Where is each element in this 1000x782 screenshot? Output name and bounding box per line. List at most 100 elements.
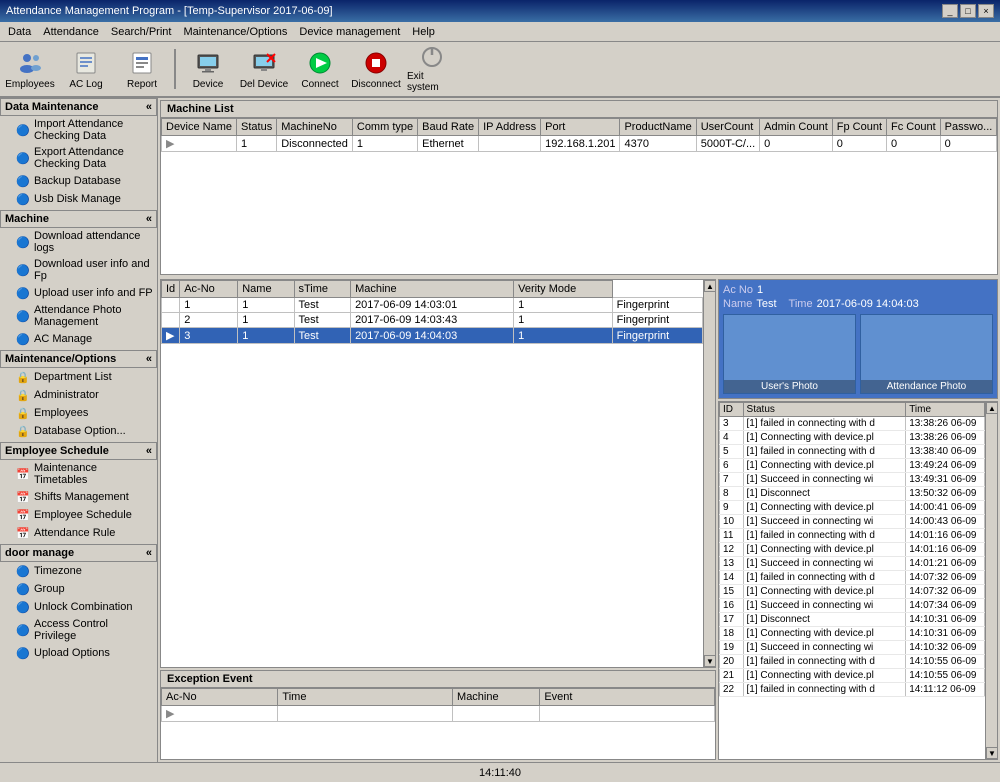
log-table-row[interactable]: 14[1] failed in connecting with d14:07:3… xyxy=(720,571,985,585)
records-table-row[interactable]: ▶31Test2017-06-09 14:04:031Fingerprint xyxy=(162,328,703,344)
sidebar-header-data-maintenance[interactable]: Data Maintenance « xyxy=(0,98,157,116)
log-col-id[interactable]: ID xyxy=(720,403,744,417)
machine-col-fpcount[interactable]: Fp Count xyxy=(832,119,886,136)
menu-attendance[interactable]: Attendance xyxy=(37,24,105,40)
sidebar-item-download-logs[interactable]: 🔵 Download attendance logs xyxy=(0,228,157,256)
exception-table-container[interactable]: Ac-No Time Machine Event ▶ xyxy=(161,688,715,759)
records-scroll[interactable]: Id Ac-No Name sTime Machine Verity Mode xyxy=(161,280,703,667)
sidebar-item-dept-list[interactable]: 🔒 Department List xyxy=(0,368,157,386)
sidebar-item-usb[interactable]: 🔵 Usb Disk Manage xyxy=(0,190,157,208)
del-device-button[interactable]: Del Device xyxy=(238,45,290,93)
sidebar-item-ac-manage[interactable]: 🔵 AC Manage xyxy=(0,330,157,348)
log-table-row[interactable]: 4[1] Connecting with device.pl13:38:26 0… xyxy=(720,431,985,445)
menu-search-print[interactable]: Search/Print xyxy=(105,24,178,40)
log-table-row[interactable]: 21[1] Connecting with device.pl14:10:55 … xyxy=(720,669,985,683)
sidebar-item-upload-user[interactable]: 🔵 Upload user info and FP xyxy=(0,284,157,302)
sidebar-item-download-user[interactable]: 🔵 Download user info and Fp xyxy=(0,256,157,284)
report-button[interactable]: Report xyxy=(116,45,168,93)
log-table-row[interactable]: 15[1] Connecting with device.pl14:07:32 … xyxy=(720,585,985,599)
rec-col-veritymode[interactable]: Verity Mode xyxy=(514,281,612,298)
machine-col-fccount[interactable]: Fc Count xyxy=(887,119,941,136)
machine-col-usercount[interactable]: UserCount xyxy=(696,119,759,136)
log-table-row[interactable]: 20[1] failed in connecting with d14:10:5… xyxy=(720,655,985,669)
log-table-row[interactable]: 9[1] Connecting with device.pl14:00:41 0… xyxy=(720,501,985,515)
sidebar-item-access-control[interactable]: 🔵 Access Control Privilege xyxy=(0,616,157,644)
maximize-button[interactable]: □ xyxy=(960,4,976,18)
sidebar-item-unlock[interactable]: 🔵 Unlock Combination xyxy=(0,598,157,616)
exit-button[interactable]: Exit system xyxy=(406,45,458,93)
records-table-row[interactable]: 11Test2017-06-09 14:03:011Fingerprint xyxy=(162,298,703,313)
exc-col-acno[interactable]: Ac-No xyxy=(162,689,278,706)
machine-col-status[interactable]: Status xyxy=(237,119,277,136)
machine-col-product[interactable]: ProductName xyxy=(620,119,696,136)
machine-col-devicename[interactable]: Device Name xyxy=(162,119,237,136)
close-button[interactable]: × xyxy=(978,4,994,18)
sidebar-item-export[interactable]: 🔵 Export Attendance Checking Data xyxy=(0,144,157,172)
aclog-button[interactable]: AC Log xyxy=(60,45,112,93)
menu-help[interactable]: Help xyxy=(406,24,441,40)
log-table-row[interactable]: 6[1] Connecting with device.pl13:49:24 0… xyxy=(720,459,985,473)
machine-col-port[interactable]: Port xyxy=(541,119,620,136)
sidebar-header-maintenance[interactable]: Maintenance/Options « xyxy=(0,350,157,368)
sidebar-item-timetables[interactable]: 📅 Maintenance Timetables xyxy=(0,460,157,488)
log-table-row[interactable]: 8[1] Disconnect13:50:32 06-09 xyxy=(720,487,985,501)
connect-button[interactable]: Connect xyxy=(294,45,346,93)
rec-col-name[interactable]: Name xyxy=(238,281,294,298)
exc-col-machine[interactable]: Machine xyxy=(453,689,540,706)
sidebar-item-employees[interactable]: 🔒 Employees xyxy=(0,404,157,422)
log-table-row[interactable]: 16[1] Succeed in connecting wi14:07:34 0… xyxy=(720,599,985,613)
records-scroll-down[interactable]: ▼ xyxy=(704,655,715,667)
device-button[interactable]: Device xyxy=(182,45,234,93)
log-table-row[interactable]: 17[1] Disconnect14:10:31 06-09 xyxy=(720,613,985,627)
sidebar-item-upload-options[interactable]: 🔵 Upload Options xyxy=(0,644,157,662)
log-table-row[interactable]: 3[1] failed in connecting with d13:38:26… xyxy=(720,417,985,431)
machine-col-passwo[interactable]: Passwo... xyxy=(940,119,997,136)
machine-table-container[interactable]: Device Name Status MachineNo Comm type B… xyxy=(161,118,997,274)
minimize-button[interactable]: _ xyxy=(942,4,958,18)
sidebar-item-db-option[interactable]: 🔒 Database Option... xyxy=(0,422,157,440)
machine-col-baudrate[interactable]: Baud Rate xyxy=(418,119,479,136)
sidebar-item-admin[interactable]: 🔒 Administrator xyxy=(0,386,157,404)
log-scroll-up[interactable]: ▲ xyxy=(986,402,997,414)
sidebar-item-photo-mgmt[interactable]: 🔵 Attendance Photo Management xyxy=(0,302,157,330)
sidebar-item-backup[interactable]: 🔵 Backup Database xyxy=(0,172,157,190)
records-table-row[interactable]: 21Test2017-06-09 14:03:431Fingerprint xyxy=(162,313,703,328)
sidebar-item-group[interactable]: 🔵 Group xyxy=(0,580,157,598)
log-col-status[interactable]: Status xyxy=(743,403,906,417)
sidebar-header-machine[interactable]: Machine « xyxy=(0,210,157,228)
rec-col-stime[interactable]: sTime xyxy=(294,281,351,298)
log-table-row[interactable]: 12[1] Connecting with device.pl14:01:16 … xyxy=(720,543,985,557)
sidebar-item-import[interactable]: 🔵 Import Attendance Checking Data xyxy=(0,116,157,144)
log-table-row[interactable]: 7[1] Succeed in connecting wi13:49:31 06… xyxy=(720,473,985,487)
title-bar-controls[interactable]: _ □ × xyxy=(942,4,994,18)
log-scroll-down[interactable]: ▼ xyxy=(986,747,997,759)
sidebar-item-att-rule[interactable]: 📅 Attendance Rule xyxy=(0,524,157,542)
machine-table-row[interactable]: ▶1Disconnected1Ethernet192.168.1.2014370… xyxy=(162,136,998,152)
log-table-row[interactable]: 10[1] Succeed in connecting wi14:00:43 0… xyxy=(720,515,985,529)
log-table-row[interactable]: 22[1] failed in connecting with d14:11:1… xyxy=(720,683,985,697)
rec-col-acno[interactable]: Ac-No xyxy=(180,281,238,298)
sidebar-header-schedule[interactable]: Employee Schedule « xyxy=(0,442,157,460)
disconnect-button[interactable]: Disconnect xyxy=(350,45,402,93)
sidebar-item-shifts[interactable]: 📅 Shifts Management xyxy=(0,488,157,506)
sidebar-item-timezone[interactable]: 🔵 Timezone xyxy=(0,562,157,580)
log-scroll[interactable]: ID Status Time 3[1] failed in connecting… xyxy=(719,402,985,759)
log-col-time[interactable]: Time xyxy=(906,403,985,417)
log-table-row[interactable]: 5[1] failed in connecting with d13:38:40… xyxy=(720,445,985,459)
machine-col-ip[interactable]: IP Address xyxy=(479,119,541,136)
rec-col-id[interactable]: Id xyxy=(162,281,180,298)
machine-col-commtype[interactable]: Comm type xyxy=(352,119,417,136)
sidebar-header-door[interactable]: door manage « xyxy=(0,544,157,562)
machine-col-admincount[interactable]: Admin Count xyxy=(760,119,833,136)
menu-data[interactable]: Data xyxy=(2,24,37,40)
log-table-row[interactable]: 18[1] Connecting with device.pl14:10:31 … xyxy=(720,627,985,641)
exc-col-time[interactable]: Time xyxy=(278,689,453,706)
log-table-row[interactable]: 19[1] Succeed in connecting wi14:10:32 0… xyxy=(720,641,985,655)
sidebar-item-emp-schedule[interactable]: 📅 Employee Schedule xyxy=(0,506,157,524)
records-scroll-up[interactable]: ▲ xyxy=(704,280,715,292)
log-table-row[interactable]: 11[1] failed in connecting with d14:01:1… xyxy=(720,529,985,543)
machine-col-machineno[interactable]: MachineNo xyxy=(277,119,353,136)
rec-col-machine[interactable]: Machine xyxy=(351,281,514,298)
log-table-row[interactable]: 13[1] Succeed in connecting wi14:01:21 0… xyxy=(720,557,985,571)
menu-maintenance[interactable]: Maintenance/Options xyxy=(177,24,293,40)
